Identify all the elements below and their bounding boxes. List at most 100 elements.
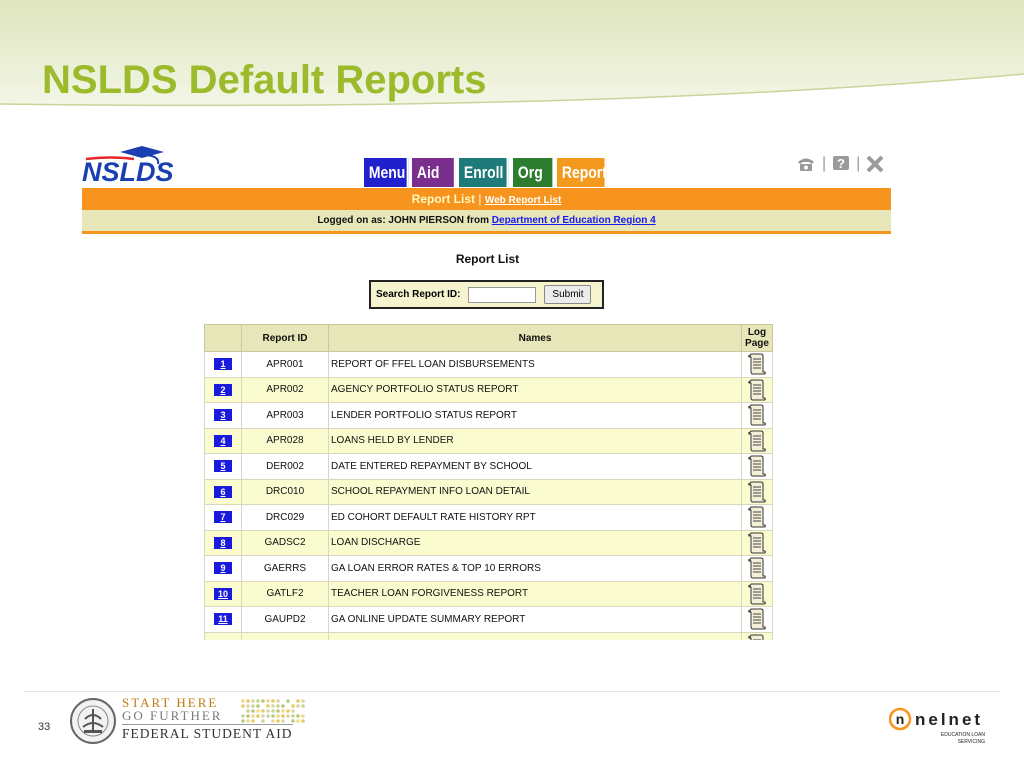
table-header-row: Report ID Names Log Page bbox=[205, 325, 773, 352]
table-row: 2 APR002 AGENCY PORTFOLIO STATUS REPORT bbox=[205, 377, 773, 403]
fsa-dot bbox=[271, 709, 275, 713]
web-report-list-link[interactable]: Web Report List bbox=[485, 195, 561, 206]
fsa-dot bbox=[291, 714, 295, 718]
log-page-icon[interactable] bbox=[747, 455, 767, 477]
log-page-cell bbox=[742, 581, 773, 607]
table-row bbox=[205, 632, 773, 640]
fsa-dot bbox=[276, 719, 280, 723]
log-page-icon[interactable] bbox=[747, 583, 767, 605]
row-num-cell: 1 bbox=[205, 352, 242, 378]
fsa-dot bbox=[276, 704, 280, 708]
log-page-icon[interactable] bbox=[747, 379, 767, 401]
fsa-dot bbox=[246, 719, 250, 723]
table-row: 5 DER002 DATE ENTERED REPAYMENT BY SCHOOL bbox=[205, 454, 773, 480]
report-name-cell: GA LOAN ERROR RATES & TOP 10 ERRORS bbox=[329, 556, 742, 582]
fsa-dot bbox=[281, 704, 285, 708]
col-names-header: Names bbox=[329, 325, 742, 352]
row-num-link[interactable]: 10 bbox=[214, 588, 232, 600]
log-page-cell bbox=[742, 428, 773, 454]
row-num-link[interactable]: 3 bbox=[214, 409, 232, 421]
phone-icon[interactable] bbox=[796, 156, 816, 172]
report-name-cell: AGENCY PORTFOLIO STATUS REPORT bbox=[329, 377, 742, 403]
log-page-icon[interactable] bbox=[747, 506, 767, 528]
fsa-dot bbox=[261, 709, 265, 713]
fsa-dot bbox=[301, 719, 305, 723]
row-num-link[interactable]: 4 bbox=[214, 435, 232, 447]
fsa-dot bbox=[261, 719, 265, 723]
row-num-link[interactable]: 1 bbox=[214, 358, 232, 370]
log-page-icon[interactable] bbox=[747, 634, 767, 640]
table-row: 8 GADSC2 LOAN DISCHARGE bbox=[205, 530, 773, 556]
fsa-dot bbox=[261, 714, 265, 718]
row-num-link[interactable]: 6 bbox=[214, 486, 232, 498]
help-icon[interactable]: ? bbox=[832, 155, 850, 173]
row-num-cell: 5 bbox=[205, 454, 242, 480]
log-page-icon[interactable] bbox=[747, 481, 767, 503]
table-row: 1 APR001 REPORT OF FFEL LOAN DISBURSEMENTS bbox=[205, 352, 773, 378]
fsa-dot bbox=[271, 699, 275, 703]
row-num-link[interactable]: 7 bbox=[214, 511, 232, 523]
row-num-cell: 3 bbox=[205, 403, 242, 429]
fsa-dot bbox=[241, 719, 245, 723]
slide-title: NSLDS Default Reports bbox=[42, 58, 487, 103]
fsa-dot bbox=[291, 719, 295, 723]
log-page-cell bbox=[742, 556, 773, 582]
org-link[interactable]: Department of Education Region 4 bbox=[492, 215, 656, 226]
log-page-cell bbox=[742, 607, 773, 633]
submit-button[interactable]: Submit bbox=[544, 285, 591, 304]
table-row: 11 GAUPD2 GA ONLINE UPDATE SUMMARY REPORT bbox=[205, 607, 773, 633]
tab-report[interactable]: Report bbox=[557, 158, 606, 187]
search-report-input[interactable] bbox=[468, 287, 536, 303]
nslds-logo[interactable]: NSLDS bbox=[82, 146, 188, 184]
report-id-cell: GADSC2 bbox=[242, 530, 329, 556]
report-name-cell: ED COHORT DEFAULT RATE HISTORY RPT bbox=[329, 505, 742, 531]
report-id-cell: DRC029 bbox=[242, 505, 329, 531]
nslds-logo-text: NSLDS bbox=[82, 157, 174, 184]
tab-org[interactable]: Org bbox=[513, 158, 554, 187]
log-page-icon[interactable] bbox=[747, 353, 767, 375]
fsa-dot bbox=[296, 714, 300, 718]
row-num-link[interactable]: 11 bbox=[214, 613, 232, 625]
log-page-icon[interactable] bbox=[747, 557, 767, 579]
fsa-dot bbox=[281, 709, 285, 713]
report-id-cell bbox=[242, 632, 329, 640]
fsa-dot bbox=[296, 719, 300, 723]
report-name-cell: REPORT OF FFEL LOAN DISBURSEMENTS bbox=[329, 352, 742, 378]
row-num-link[interactable]: 8 bbox=[214, 537, 232, 549]
log-page-icon[interactable] bbox=[747, 532, 767, 554]
row-num-cell: 4 bbox=[205, 428, 242, 454]
report-id-cell: GATLF2 bbox=[242, 581, 329, 607]
row-num-cell: 7 bbox=[205, 505, 242, 531]
fsa-dot bbox=[251, 699, 255, 703]
fsa-dot bbox=[241, 704, 245, 708]
fsa-dot bbox=[296, 704, 300, 708]
row-num-link[interactable]: 9 bbox=[214, 562, 232, 574]
fsa-dot bbox=[291, 709, 295, 713]
log-page-icon[interactable] bbox=[747, 430, 767, 452]
tab-menu[interactable]: Menu bbox=[364, 158, 408, 187]
department-seal-icon bbox=[69, 697, 117, 745]
svg-text:?: ? bbox=[837, 156, 845, 171]
report-name-cell: SCHOOL REPAYMENT INFO LOAN DETAIL bbox=[329, 479, 742, 505]
row-num-link[interactable]: 5 bbox=[214, 460, 232, 472]
report-id-cell: APR028 bbox=[242, 428, 329, 454]
row-num-link[interactable]: 2 bbox=[214, 384, 232, 396]
row-num-cell bbox=[205, 632, 242, 640]
log-page-icon[interactable] bbox=[747, 404, 767, 426]
log-page-icon[interactable] bbox=[747, 608, 767, 630]
tab-aid[interactable]: Aid bbox=[412, 158, 455, 187]
log-page-cell bbox=[742, 530, 773, 556]
log-page-label-1: Log bbox=[748, 327, 766, 338]
toolbar-separator: | bbox=[856, 155, 860, 173]
close-icon[interactable] bbox=[866, 155, 884, 173]
fsa-dot bbox=[251, 719, 255, 723]
fsa-dot bbox=[271, 714, 275, 718]
row-num-cell: 11 bbox=[205, 607, 242, 633]
subnav-separator: | bbox=[478, 192, 481, 206]
tab-enroll[interactable]: Enroll bbox=[459, 158, 508, 187]
log-page-cell bbox=[742, 632, 773, 640]
table-row: 7 DRC029 ED COHORT DEFAULT RATE HISTORY RP… bbox=[205, 505, 773, 531]
search-report-form: Search Report ID: Submit bbox=[369, 280, 604, 309]
report-id-cell: DRC010 bbox=[242, 479, 329, 505]
report-table-body: 1 APR001 REPORT OF FFEL LOAN DISBURSEMENTS… bbox=[205, 352, 773, 641]
